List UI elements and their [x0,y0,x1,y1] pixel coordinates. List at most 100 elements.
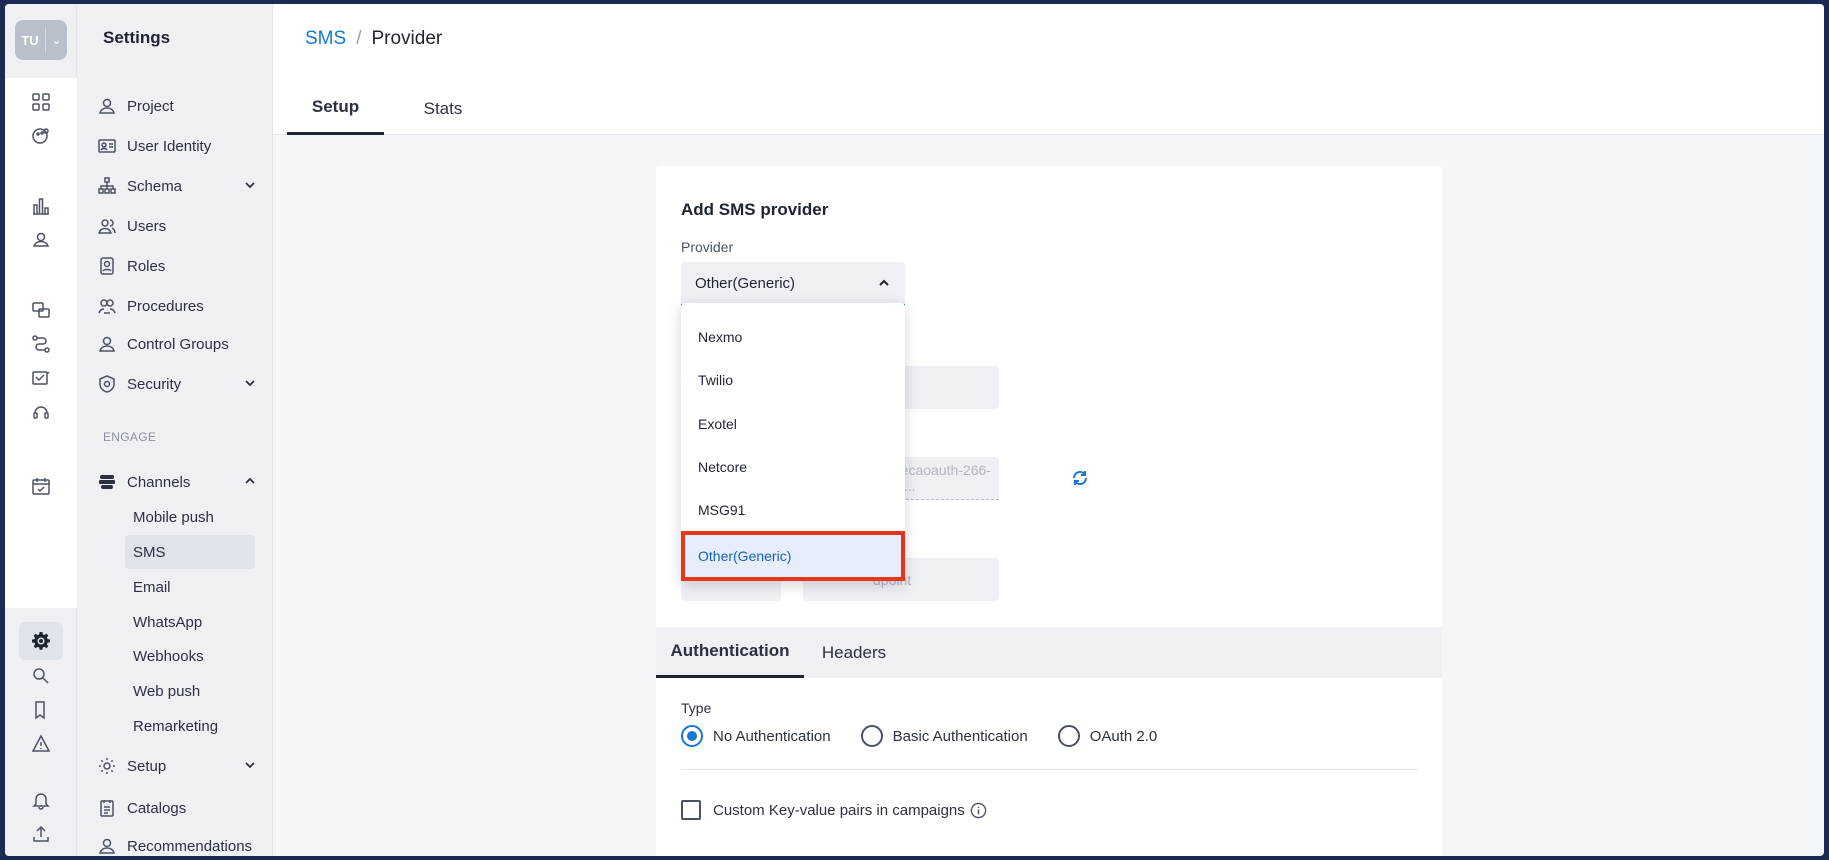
tab-stats[interactable]: Stats [394,82,492,135]
channel-item-webhooks[interactable]: Webhooks [125,639,255,673]
channel-item-sms[interactable]: SMS [125,535,255,569]
custom-kv-label: Custom Key-value pairs in campaigns [713,801,965,819]
sidebar-item-control-groups[interactable]: Control Groups [97,328,263,360]
sidebar-item-label: Roles [127,257,166,275]
user-icon [97,96,117,116]
palette-icon[interactable] [31,126,51,146]
dropdown-option-msg91[interactable]: MSG91 [681,488,905,531]
radio-dot [860,725,883,747]
recommendations-icon [97,836,117,856]
sidebar-item-procedures[interactable]: Procedures [97,290,263,322]
sidebar-item-schema[interactable]: Schema [97,170,263,202]
sidebar-item-recommendations[interactable]: Recommendations [97,830,263,856]
tab-headers[interactable]: Headers [804,627,904,678]
custom-kv-checkbox[interactable] [681,800,701,820]
masked-key-text: recaoauth-266-d... [896,462,991,494]
search-settings-icon[interactable] [31,666,51,686]
channel-item-mobile-push[interactable]: Mobile push [125,500,255,534]
campaigns-icon[interactable] [31,300,51,320]
divider [681,769,1418,770]
audience-icon[interactable] [31,230,51,250]
settings-gear-icon[interactable] [31,631,51,651]
sidebar-item-label: Control Groups [127,335,229,353]
chevron-down-icon [243,376,257,390]
chevron-down-icon: ⌄ [51,34,62,47]
dropdown-option-twilio[interactable]: Twilio [681,358,905,401]
procedures-icon [97,296,117,316]
channel-item-email[interactable]: Email [125,570,255,604]
channel-item-remarketing[interactable]: Remarketing [125,709,255,743]
refresh-icon[interactable] [1071,469,1089,487]
gear-icon [97,756,117,776]
schema-icon [97,176,117,196]
main-content: SMS / Provider Setup Stats Add SMS provi… [273,4,1824,856]
notifications-bell-icon[interactable] [31,790,51,810]
workspace-initials: TU [21,32,39,48]
sidebar-item-channels[interactable]: Channels [97,466,263,498]
radio-oauth-2[interactable]: OAuth 2.0 [1057,725,1157,747]
catalog-icon [97,798,117,818]
dropdown-option-other-generic[interactable]: Other(Generic) [681,531,905,581]
sidebar-item-setup[interactable]: Setup [97,750,263,782]
auth-type-radio-group: No Authentication Basic Authentication O… [681,725,1187,747]
journeys-icon[interactable] [31,334,51,354]
dashboard-icon[interactable] [31,92,51,112]
tab-setup[interactable]: Setup [287,82,384,135]
id-card-icon [97,136,117,156]
radio-no-authentication[interactable]: No Authentication [681,725,831,747]
channel-item-whatsapp[interactable]: WhatsApp [125,605,255,639]
dropdown-option-netcore[interactable]: Netcore [681,445,905,488]
alert-icon[interactable] [31,734,51,754]
page-header: SMS / Provider Setup Stats [273,4,1824,135]
sidebar-title: Settings [103,28,171,47]
upload-icon[interactable] [31,824,51,844]
docs-icon[interactable] [31,700,51,720]
sidebar-item-label: User Identity [127,137,212,155]
tab-authentication[interactable]: Authentication [656,627,804,678]
content-icon[interactable] [31,368,51,388]
page-title: Provider [371,28,443,49]
sidebar-item-label: Project [127,97,174,115]
radio-label: No Authentication [713,727,831,745]
chevron-down-icon [243,178,257,192]
sidebar-item-catalogs[interactable]: Catalogs [97,792,263,824]
control-groups-icon [97,334,117,354]
sidebar-item-label: Security [127,375,182,393]
provider-select[interactable]: Other(Generic) [681,262,905,306]
auth-subtabs: Authentication Headers [656,627,1442,678]
sidebar-item-security[interactable]: Security [97,368,263,400]
analytics-icon[interactable] [31,196,51,216]
dropdown-option-exotel[interactable]: Exotel [681,402,905,445]
channels-icon [97,472,117,492]
sidebar-item-roles[interactable]: Roles [97,250,263,282]
radio-dot [681,725,703,747]
section-label-engage: ENGAGE [103,430,157,444]
radio-dot [1057,725,1080,747]
info-icon[interactable] [970,802,987,819]
provider-label: Provider [681,239,734,255]
calendar-icon[interactable] [31,476,51,496]
roles-icon [97,256,117,276]
form-title: Add SMS provider [681,200,829,219]
channel-item-web-push[interactable]: Web push [125,674,255,708]
breadcrumb-link-sms[interactable]: SMS [305,28,346,50]
sidebar-item-label: Users [127,217,167,235]
sidebar-item-user-identity[interactable]: User Identity [97,130,263,162]
sidebar-item-label: Setup [127,757,167,775]
sidebar-item-users[interactable]: Users [97,210,263,242]
sidebar-item-label: Catalogs [127,799,187,817]
sidebar-item-label: Procedures [127,297,204,315]
dropdown-option-nexmo[interactable]: Nexmo [681,315,905,358]
radio-basic-authentication[interactable]: Basic Authentication [860,725,1028,747]
chevron-up-icon [243,474,257,488]
support-icon[interactable] [31,402,51,422]
workspace-switcher[interactable]: TU ⌄ [15,20,67,60]
chevron-up-icon [877,276,891,290]
breadcrumb: SMS / Provider [305,28,442,50]
chevron-down-icon [243,758,257,772]
auth-type-label: Type [681,700,712,716]
sidebar-item-label: Channels [127,473,191,491]
sidebar-item-project[interactable]: Project [97,90,263,122]
settings-sidebar: Settings Project User Identity Schema Us… [77,4,273,856]
icon-rail: TU ⌄ [5,4,77,856]
